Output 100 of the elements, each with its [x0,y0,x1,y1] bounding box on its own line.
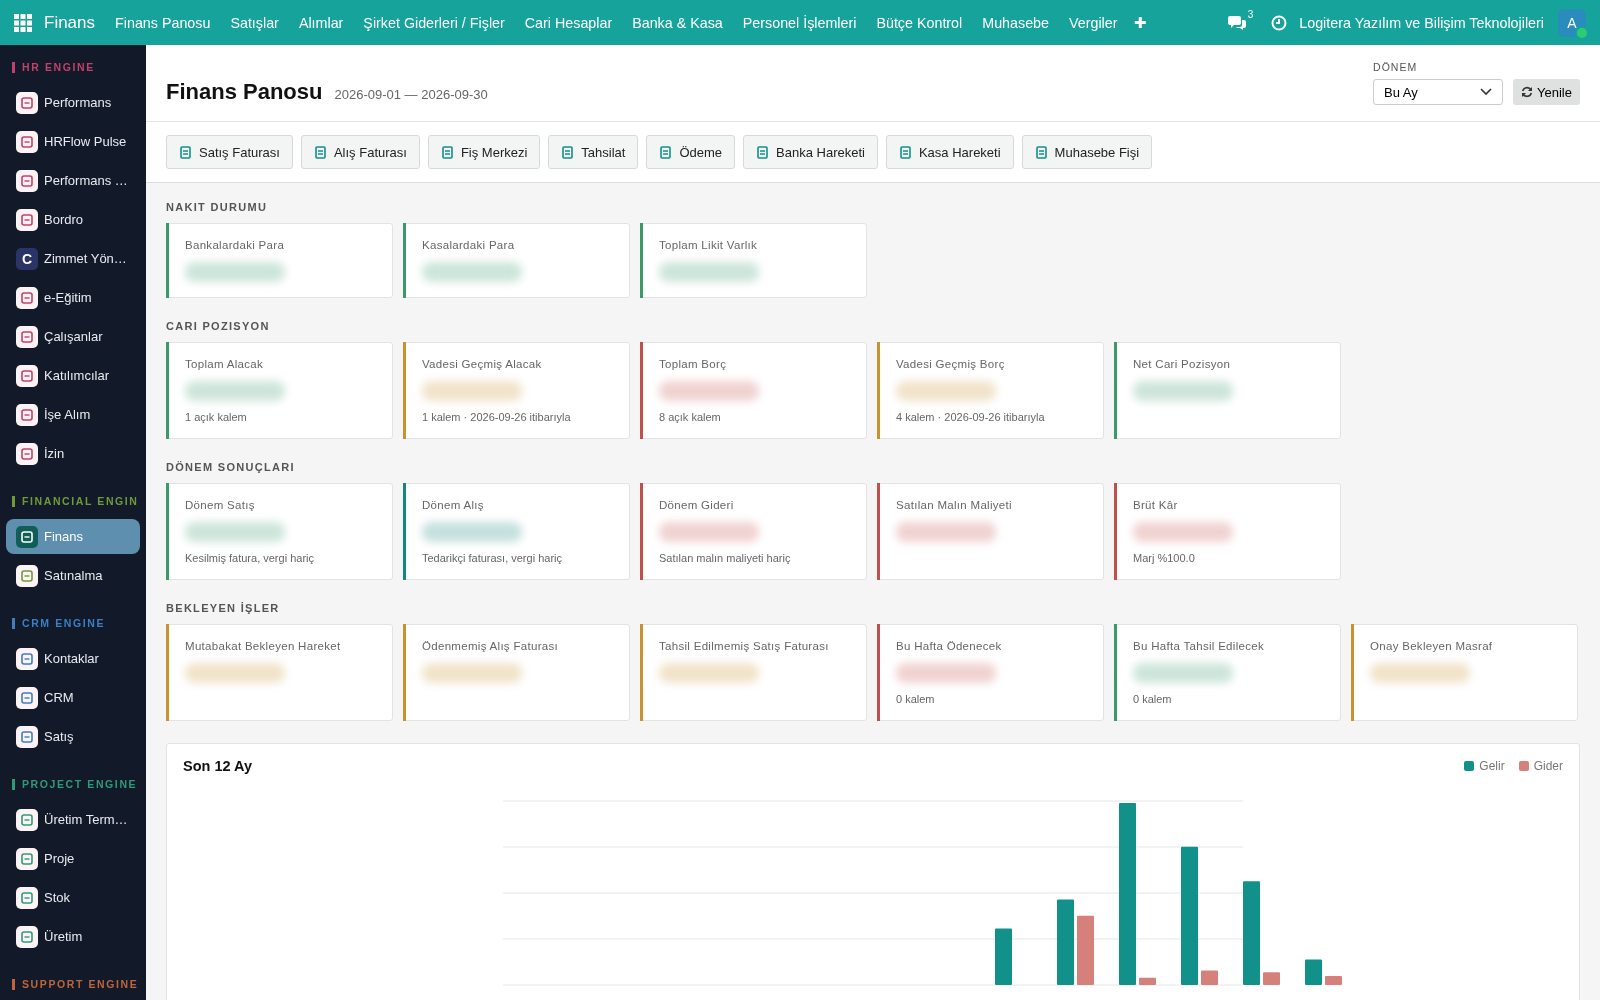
card-label: Toplam Alacak [185,357,265,371]
sidebar-item[interactable]: Proje [6,841,140,876]
bar [1325,975,1342,985]
sidebar-item[interactable]: Bordro [6,202,140,237]
app-icon [16,208,38,231]
app-icon [16,169,38,192]
action-icon [659,145,673,159]
sidebar-item[interactable]: Üretim [6,919,140,954]
app-icon [16,442,38,465]
card-label: Ödenmemiş Alış Faturası [422,639,559,653]
sidebar-item[interactable]: İzin [6,436,140,471]
app-icon [16,403,38,426]
app-icon [16,847,38,870]
card-note: 0 kalem [896,693,936,706]
app-icon [16,808,38,831]
action-button[interactable]: Satış Faturası [166,135,293,169]
action-icon [179,145,192,159]
sidebar-item[interactable]: Kontaklar [6,641,140,676]
card-label: Bu Hafta Ödenecek [896,639,1003,653]
apps-menu-icon[interactable] [14,13,32,32]
section-heading: FINANCIAL ENGIN [22,495,139,507]
bar [1201,970,1218,985]
action-button[interactable]: Kasa Hareketi [885,135,1014,169]
app-icon [16,364,38,387]
sidebar-item[interactable]: Satınalma [6,558,140,593]
sidebar-item[interactable]: C Zimmet Yön… [6,241,140,276]
sidebar-item[interactable]: Performans … [6,163,140,198]
section-heading: DÖNEM SONUÇLARI [166,461,296,473]
card-label: Dönem Gideri [659,498,735,512]
action-button[interactable]: Tahsilat [548,135,639,169]
section-heading: HR ENGINE [22,61,95,73]
section-heading: PROJECT ENGINE [22,778,138,790]
sidebar-item[interactable]: Üretim Term… [6,802,140,837]
period-select[interactable]: Bu Ay [1373,79,1504,105]
section-heading: CARI POZISYON [166,320,271,332]
card-label: Toplam Likit Varlık [659,238,759,252]
section-heading: CRM ENGINE [22,617,106,629]
section-heading: BEKLEYEN İŞLER [166,602,281,614]
action-button[interactable]: Banka Hareketi [743,135,878,169]
card-note: 4 kalem · 2026-09-26 itibarıyla [896,411,1046,424]
card-label: Bu Hafta Tahsil Edilecek [1133,639,1265,653]
refresh-button[interactable]: Yenile [1513,79,1580,105]
card-note: 1 kalem · 2026-09-26 itibarıyla [422,411,572,424]
card-label: Bankalardaki Para [185,238,286,252]
sidebar-item[interactable]: Katılımcılar [6,358,140,393]
app-icon: C [16,247,38,270]
section-heading: SUPPORT ENGINE [22,978,139,990]
chevron-icon [1480,88,1493,96]
bar [1263,972,1280,985]
app-icon [16,525,38,548]
card-label: Dönem Alış [422,498,485,512]
page-title: Finans Panosu [166,79,323,105]
card-label: Kasalardaki Para [422,238,516,252]
action-icon [440,145,454,159]
card-note: Satılan malın maliyeti hariç [659,552,792,565]
refresh-icon [1521,86,1534,98]
bar [995,928,1012,985]
sidebar-item[interactable]: Stok [6,880,140,915]
app-icon [16,286,38,309]
app-icon [16,325,38,348]
action-button[interactable]: Muhasebe Fişi [1021,135,1153,169]
action-icon [1034,145,1048,159]
card-label: Vadesi Geçmiş Borç [896,357,1006,371]
card-note: Marj %100.0 [1133,552,1196,565]
legend-label: Gider [1533,759,1563,773]
app-icon [16,130,38,153]
card-note: Kesilmiş fatura, vergi hariç [185,552,315,565]
sidebar-item[interactable]: CRM [6,680,140,715]
app-icon [16,925,38,948]
app-icon [16,725,38,748]
card-label: Mutabakat Bekleyen Hareket [185,639,342,653]
card-note: Tedarikçi faturası, vergi hariç [422,552,563,565]
sidebar-item[interactable]: Satış [6,719,140,754]
sidebar-item[interactable]: Performans [6,85,140,120]
action-icon [756,145,770,159]
action-button[interactable]: Ödeme [646,135,736,169]
chart-title: Son 12 Ay [183,758,253,774]
date-range: 2026-09-01 — 2026-09-30 [334,87,488,102]
sidebar-item[interactable]: İşe Alım [6,397,140,432]
bar [1305,959,1322,985]
action-button[interactable]: Fiş Merkezi [427,135,541,169]
app-icon [16,886,38,909]
bar [1077,915,1094,985]
action-icon [561,145,575,159]
sidebar-item[interactable]: e-Eğitim [6,280,140,315]
sidebar-item[interactable]: Çalışanlar [6,319,140,354]
sidebar-item[interactable]: HRFlow Pulse [6,124,140,159]
card-label: Dönem Satış [185,498,256,512]
action-button[interactable]: Alış Faturası [300,135,420,169]
card-label: Satılan Malın Maliyeti [896,498,1013,512]
message-count: 3 [1247,8,1254,20]
user-avatar[interactable]: A [1558,8,1586,37]
app-icon [16,686,38,709]
card-note: 1 açık kalem [185,411,248,424]
action-icon [898,145,912,159]
card-label: Toplam Borç [659,357,728,371]
card-label: Brüt Kâr [1133,498,1179,512]
clock-icon[interactable] [1271,14,1288,31]
action-icon [313,145,327,159]
card-label: Tahsil Edilmemiş Satış Faturası [659,639,830,653]
